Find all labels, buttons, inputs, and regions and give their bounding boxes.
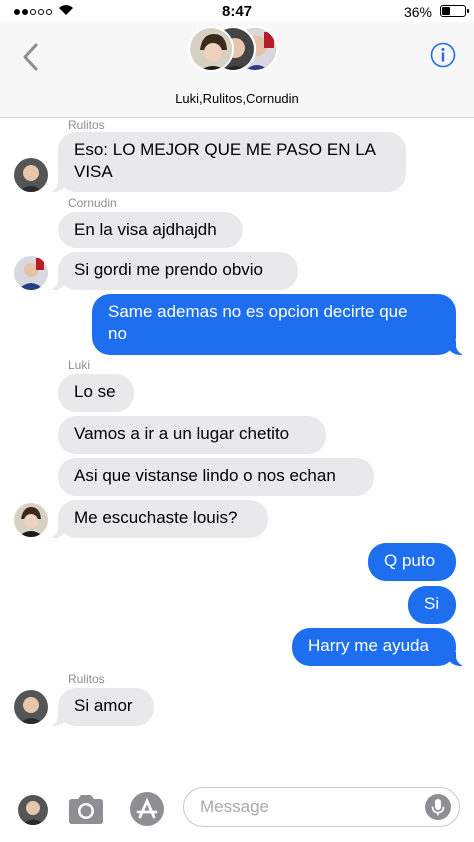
- group-name[interactable]: Luki,Rulitos,Cornudin: [0, 91, 474, 106]
- message-bubble[interactable]: Vamos a ir a un lugar chetito: [58, 416, 326, 454]
- message-bubble[interactable]: Harry me ayuda: [292, 628, 466, 666]
- message-bubble[interactable]: Me escuchaste louis?: [48, 500, 268, 538]
- camera-icon[interactable]: [66, 792, 106, 826]
- message-bubble[interactable]: Si: [408, 586, 456, 624]
- message-text: Asi que vistanse lindo o nos echan: [74, 466, 336, 485]
- message-bubble[interactable]: Si amor: [48, 688, 154, 726]
- battery-icon: [440, 5, 469, 17]
- message-text: Eso: LO MEJOR QUE ME PASO EN LA: [74, 140, 376, 159]
- message-text: Same ademas no es opcion decirte que: [108, 302, 408, 321]
- message-bubble[interactable]: Q puto: [368, 543, 456, 581]
- message-text: Si gordi me prendo obvio: [74, 260, 264, 279]
- message-bubble[interactable]: Eso: LO MEJOR QUE ME PASO EN LA VISA: [48, 132, 406, 192]
- compose-bar: [0, 780, 474, 842]
- group-avatars[interactable]: [188, 25, 288, 73]
- sender-label: Cornudin: [68, 196, 117, 210]
- message-text: Q puto: [384, 551, 436, 570]
- message-bubble[interactable]: Same ademas no es opcion decirte que no: [92, 294, 466, 355]
- sender-label: Rulitos: [68, 118, 105, 132]
- sender-label: Rulitos: [68, 672, 105, 686]
- message-text: Lo se: [74, 382, 116, 401]
- sender-label: Luki: [68, 358, 91, 372]
- message-text: Vamos a ir a un lugar chetito: [74, 424, 290, 443]
- avatar: [14, 158, 48, 192]
- avatar: [14, 690, 48, 724]
- avatar: [14, 503, 48, 537]
- message-text: Me escuchaste louis?: [74, 508, 238, 527]
- message-bubble[interactable]: En la visa ajdhajdh: [58, 212, 243, 248]
- message-input[interactable]: [183, 787, 460, 827]
- message-text: no: [108, 324, 127, 343]
- message-bubble[interactable]: Si gordi me prendo obvio: [48, 252, 298, 290]
- message-text: En la visa ajdhajdh: [74, 220, 217, 239]
- status-bar: 8:47 36%: [0, 0, 474, 22]
- status-time: 8:47: [221, 3, 253, 20]
- avatar-luki: [188, 26, 234, 72]
- message-text: Harry me ayuda: [308, 636, 429, 655]
- message-text: Si amor: [74, 696, 133, 715]
- app-store-icon[interactable]: [127, 791, 167, 827]
- avatar: [14, 256, 48, 290]
- message-bubble[interactable]: Lo se: [58, 374, 134, 412]
- battery-percentage: 36%: [403, 4, 432, 20]
- message-text: VISA: [74, 162, 113, 181]
- microphone-icon[interactable]: [425, 794, 451, 820]
- chevron-left-icon[interactable]: [20, 42, 42, 72]
- conversation-header: Luki,Rulitos,Cornudin: [0, 22, 474, 118]
- info-icon[interactable]: [430, 42, 456, 68]
- message-bubble[interactable]: Asi que vistanse lindo o nos echan: [58, 458, 374, 496]
- message-text: Si: [424, 594, 440, 613]
- memoji-avatar-button[interactable]: [18, 795, 48, 825]
